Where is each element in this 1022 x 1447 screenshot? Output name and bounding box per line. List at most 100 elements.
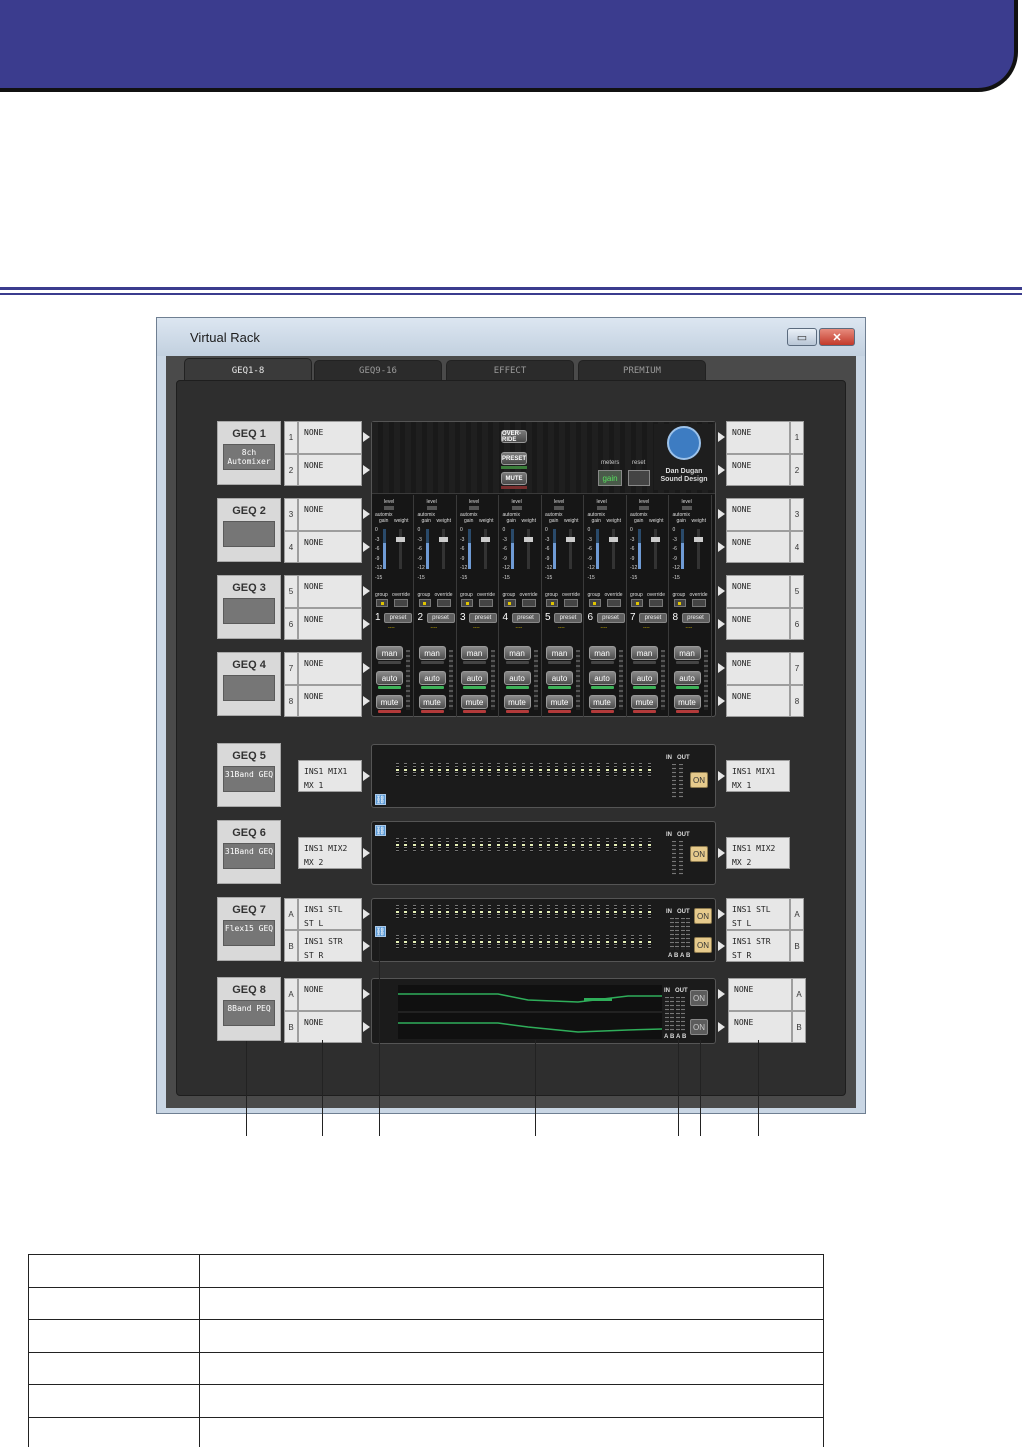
eq-band-slider[interactable] — [622, 838, 626, 852]
group-button[interactable] — [503, 599, 516, 607]
eq-band-slider[interactable] — [429, 838, 433, 852]
output-patch-button[interactable]: INS1 MIX1 MX 1 — [726, 760, 790, 792]
rack-button-geq1[interactable]: GEQ 1 8ch Automixer — [217, 421, 281, 485]
eq-band-slider[interactable] — [572, 935, 576, 949]
weight-fader[interactable] — [526, 529, 530, 569]
minimize-button[interactable]: ▭ — [787, 328, 817, 346]
eq-band-slider[interactable] — [555, 763, 559, 777]
auto-button[interactable]: auto — [588, 671, 616, 685]
eq-band-slider[interactable] — [479, 763, 483, 777]
eq-band-slider[interactable] — [454, 763, 458, 777]
output-patch-button[interactable]: NONE — [726, 454, 790, 486]
output-patch-button[interactable]: NONE — [726, 421, 790, 454]
input-patch-button[interactable]: NONE — [298, 978, 362, 1011]
input-patch-button[interactable]: INS1 STL ST L — [298, 898, 362, 930]
output-patch-button[interactable]: NONE — [726, 531, 790, 563]
group-button[interactable] — [461, 599, 473, 607]
channel-mute-button[interactable]: mute — [461, 695, 488, 709]
eq-band-slider[interactable] — [614, 763, 618, 777]
channel-mute-button[interactable]: mute — [503, 695, 531, 709]
eq-band-slider[interactable] — [505, 935, 509, 949]
eq-band-faders[interactable] — [396, 763, 651, 777]
eq-band-slider[interactable] — [429, 935, 433, 949]
channel-mute-button[interactable]: mute — [673, 695, 701, 709]
eq-band-slider[interactable] — [463, 935, 467, 949]
eq-band-slider[interactable] — [454, 935, 458, 949]
channel-preset-button[interactable]: preset — [469, 613, 497, 623]
eq-band-slider[interactable] — [563, 905, 567, 919]
tab-geq9-16[interactable]: GEQ9-16 — [314, 360, 442, 382]
eq-band-slider[interactable] — [505, 763, 509, 777]
input-patch-button[interactable]: NONE — [298, 652, 362, 685]
weight-fader[interactable] — [654, 529, 657, 569]
eq-band-slider[interactable] — [538, 838, 542, 852]
rack-button-geq4[interactable]: GEQ 4 — [217, 652, 281, 716]
eq-band-slider[interactable] — [471, 838, 475, 852]
group-button[interactable] — [418, 599, 431, 607]
eq-band-slider[interactable] — [588, 905, 592, 919]
eq-band-slider[interactable] — [412, 905, 416, 919]
input-patch-button[interactable]: INS1 MIX1 MX 1 — [298, 760, 362, 792]
eq-band-slider[interactable] — [547, 905, 551, 919]
weight-fader-knob[interactable] — [481, 537, 490, 542]
input-patch-button[interactable]: NONE — [298, 454, 362, 486]
eq-on-button-b[interactable]: ON — [690, 1019, 708, 1035]
output-patch-button[interactable]: NONE — [726, 498, 790, 531]
group-button[interactable] — [631, 599, 643, 607]
eq-band-slider[interactable] — [446, 838, 450, 852]
override-channel-button[interactable] — [691, 599, 706, 607]
eq-band-slider[interactable] — [639, 905, 643, 919]
eq-band-slider[interactable] — [446, 905, 450, 919]
weight-fader-knob[interactable] — [693, 537, 703, 542]
output-patch-button[interactable]: NONE — [726, 685, 790, 717]
man-button[interactable]: man — [546, 646, 573, 660]
auto-button[interactable]: auto — [376, 671, 403, 685]
input-patch-button[interactable]: NONE — [298, 575, 362, 608]
override-channel-button[interactable] — [649, 599, 663, 607]
auto-button[interactable]: auto — [631, 671, 658, 685]
man-button[interactable]: man — [631, 646, 658, 660]
close-button[interactable]: ✕ — [819, 328, 855, 346]
link-icon[interactable]: ⛓ — [375, 825, 386, 836]
weight-fader[interactable] — [441, 529, 445, 569]
eq-band-slider[interactable] — [437, 905, 441, 919]
rack-button-geq7[interactable]: GEQ 7 Flex15 GEQ — [217, 897, 281, 961]
eq-band-slider[interactable] — [538, 935, 542, 949]
eq-band-slider[interactable] — [647, 905, 651, 919]
override-channel-button[interactable] — [436, 599, 451, 607]
input-patch-button[interactable]: INS1 STR ST R — [298, 930, 362, 962]
channel-preset-button[interactable]: preset — [511, 613, 540, 623]
group-button[interactable] — [588, 599, 601, 607]
eq-band-slider[interactable] — [454, 905, 458, 919]
eq-band-slider[interactable] — [580, 935, 584, 949]
eq-band-slider[interactable] — [496, 838, 500, 852]
preset-button[interactable]: PRESET — [501, 452, 527, 465]
eq-band-slider[interactable] — [521, 935, 525, 949]
eq-band-slider[interactable] — [521, 763, 525, 777]
eq-band-slider[interactable] — [412, 838, 416, 852]
peq-unit[interactable]: IN OUT A B A B ON ON — [371, 978, 716, 1044]
eq-band-slider[interactable] — [513, 838, 517, 852]
weight-fader[interactable] — [399, 529, 402, 569]
input-patch-button[interactable]: NONE — [298, 498, 362, 531]
eq-band-slider[interactable] — [471, 763, 475, 777]
eq-band-slider[interactable] — [396, 763, 399, 777]
eq-band-slider[interactable] — [538, 763, 542, 777]
eq-band-slider[interactable] — [588, 838, 592, 852]
eq-band-slider[interactable] — [521, 838, 525, 852]
reset-button[interactable] — [628, 470, 650, 486]
eq-on-button[interactable]: ON — [690, 846, 708, 862]
man-button[interactable]: man — [418, 646, 446, 660]
eq-band-slider[interactable] — [463, 838, 467, 852]
output-patch-button[interactable]: INS1 STL ST L — [726, 898, 790, 930]
eq-band-slider[interactable] — [412, 935, 416, 949]
output-patch-button[interactable]: NONE — [726, 608, 790, 640]
eq-band-slider[interactable] — [454, 838, 458, 852]
channel-mute-button[interactable]: mute — [546, 695, 573, 709]
eq-band-slider[interactable] — [639, 935, 643, 949]
weight-fader[interactable] — [611, 529, 615, 569]
eq-band-slider[interactable] — [496, 905, 500, 919]
eq-band-slider[interactable] — [605, 935, 609, 949]
eq-band-slider[interactable] — [605, 763, 609, 777]
weight-fader-knob[interactable] — [523, 537, 533, 542]
